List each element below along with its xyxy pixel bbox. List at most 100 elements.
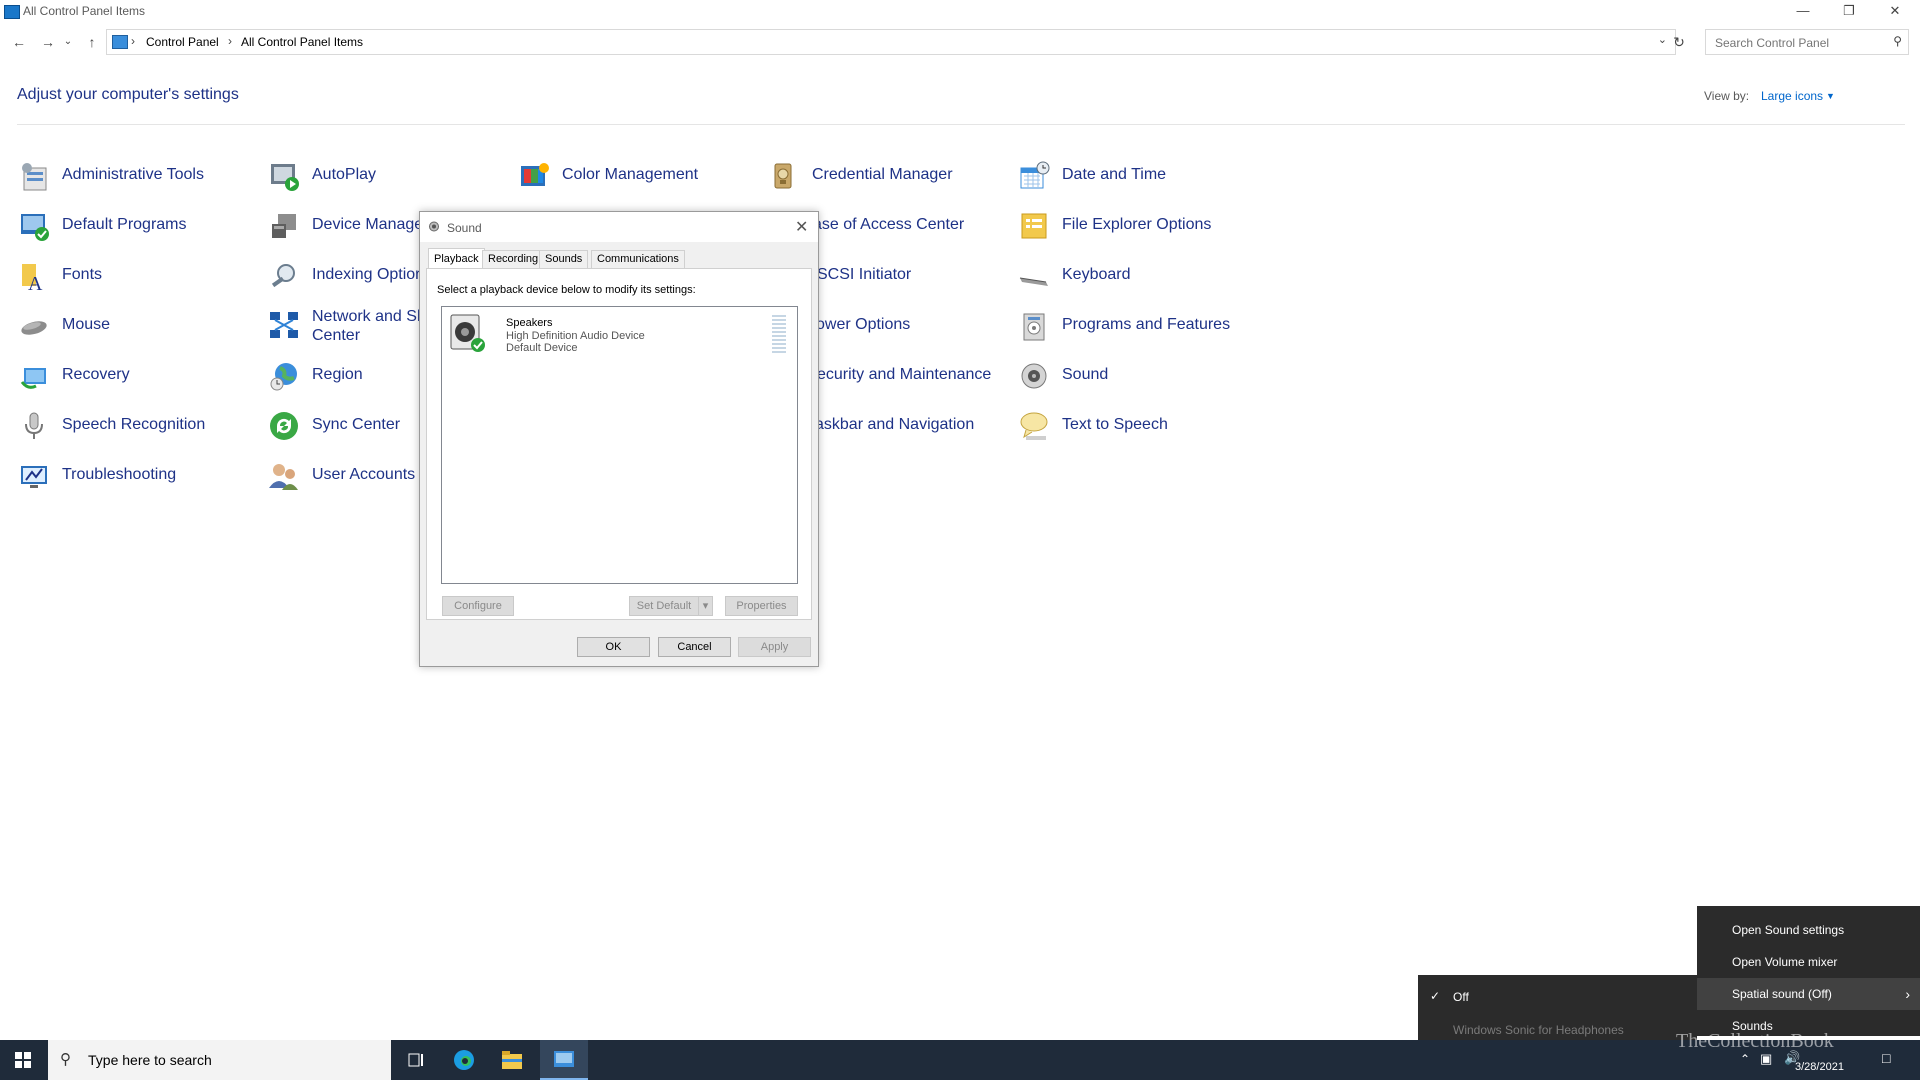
submenu-item-off[interactable]: Off: [1453, 990, 1469, 1004]
chevron-right-icon: ›: [1905, 986, 1910, 1002]
volume-context-menu[interactable]: Open Sound settings Open Volume mixer Sp…: [1697, 906, 1920, 1036]
file-explorer-button[interactable]: [488, 1040, 536, 1080]
tray-date[interactable]: 3/28/2021: [1795, 1061, 1844, 1073]
breadcrumb-separator-icon[interactable]: ›: [228, 34, 232, 48]
cp-item-user-accounts[interactable]: User Accounts: [268, 460, 418, 500]
submenu-item-windows-sonic[interactable]: Windows Sonic for Headphones: [1453, 1023, 1624, 1037]
speaker-device-icon: [450, 314, 485, 352]
breadcrumb-all-items[interactable]: All Control Panel Items: [241, 35, 363, 49]
cp-item-keyboard[interactable]: Keyboard: [1018, 260, 1248, 300]
taskbar-search-box[interactable]: ⚲ Type here to search: [48, 1040, 391, 1080]
admin-tools-icon: [22, 163, 47, 191]
ok-button[interactable]: OK: [577, 637, 650, 657]
apply-button[interactable]: Apply: [738, 637, 811, 657]
view-by-label: View by:: [1704, 89, 1750, 103]
control-panel-icon: [4, 5, 20, 19]
search-input[interactable]: [1713, 32, 1887, 54]
cancel-button[interactable]: Cancel: [658, 637, 731, 657]
breadcrumb-separator-icon[interactable]: ›: [131, 34, 135, 48]
refresh-icon[interactable]: ↻: [1664, 29, 1694, 55]
tab-playback[interactable]: Playback: [428, 248, 485, 269]
cp-item-sync-center[interactable]: Sync Center: [268, 410, 418, 450]
mouse-icon: [21, 321, 47, 335]
configure-button[interactable]: Configure: [442, 596, 514, 616]
indexing-options-icon: [271, 264, 295, 288]
dialog-title: Sound: [447, 221, 482, 235]
cp-item-device-manager[interactable]: Device Manage: [268, 210, 423, 250]
set-default-button[interactable]: Set Default: [629, 596, 699, 616]
device-manager-icon: [272, 214, 296, 238]
up-icon[interactable]: ↑: [81, 32, 103, 52]
page-title: Adjust your computer's settings: [17, 86, 239, 103]
cp-item-speech-recognition[interactable]: Speech Recognition: [18, 410, 238, 450]
back-icon[interactable]: ←: [8, 32, 30, 52]
window-titlebar: All Control Panel Items — ❐ ✕: [0, 0, 1920, 22]
set-default-dropdown[interactable]: ▾: [698, 596, 713, 616]
menu-item-open-sound-settings[interactable]: Open Sound settings: [1697, 914, 1920, 946]
device-name: Speakers: [506, 317, 553, 329]
forward-icon[interactable]: →: [37, 32, 59, 52]
address-bar[interactable]: › Control Panel › All Control Panel Item…: [106, 29, 1676, 55]
view-by-dropdown[interactable]: Large icons: [1761, 89, 1823, 103]
minimize-button[interactable]: —: [1780, 0, 1826, 22]
cp-item-sound[interactable]: Sound: [1018, 360, 1248, 400]
close-button[interactable]: ✕: [1872, 0, 1918, 22]
search-icon[interactable]: ⚲: [1893, 34, 1902, 48]
restore-button[interactable]: ❐: [1826, 0, 1872, 22]
recovery-icon: [20, 368, 46, 389]
search-icon: ⚲: [60, 1051, 71, 1068]
device-description: High Definition Audio Device: [506, 330, 645, 342]
cp-item-file-explorer-options[interactable]: File Explorer Options: [1018, 210, 1248, 250]
divider: [17, 124, 1905, 125]
cp-item-recovery[interactable]: Recovery: [18, 360, 238, 400]
close-icon[interactable]: ✕: [795, 217, 808, 237]
cp-item-administrative-tools[interactable]: Administrative Tools: [18, 160, 238, 200]
cp-item-fonts[interactable]: A Fonts: [18, 260, 238, 300]
sound-dialog[interactable]: Sound ✕ Playback Recording Sounds Commun…: [419, 211, 819, 667]
speech-recognition-icon: [25, 412, 43, 439]
task-view-icon: [408, 1053, 423, 1067]
caret-down-icon[interactable]: ▼: [1826, 91, 1835, 101]
menu-item-open-volume-mixer[interactable]: Open Volume mixer: [1697, 946, 1920, 978]
cp-item-indexing-options[interactable]: Indexing Optior: [268, 260, 421, 300]
menu-item-spatial-sound[interactable]: Spatial sound (Off) ›: [1697, 978, 1920, 1010]
watermark: TheCollectionBook: [1676, 1030, 1834, 1052]
tab-recording[interactable]: Recording: [482, 250, 545, 268]
cp-item-date-time[interactable]: Date and Time: [1018, 160, 1248, 200]
control-panel-taskbar-button[interactable]: [540, 1040, 588, 1080]
cp-item-default-programs[interactable]: Default Programs: [18, 210, 238, 250]
cp-item-troubleshooting[interactable]: Troubleshooting: [18, 460, 238, 500]
cp-item-region[interactable]: Region: [268, 360, 418, 400]
tray-chevron-up-icon[interactable]: ⌃: [1740, 1052, 1750, 1066]
troubleshooting-icon: [21, 466, 47, 488]
list-item[interactable]: Speakers High Definition Audio Device De…: [442, 307, 797, 363]
cp-item-color-management[interactable]: Color Management: [518, 160, 748, 200]
edge-button[interactable]: [440, 1040, 488, 1080]
playback-device-list[interactable]: Speakers High Definition Audio Device De…: [441, 306, 798, 584]
programs-features-icon: [1023, 313, 1045, 341]
breadcrumb-control-panel[interactable]: Control Panel: [146, 35, 219, 49]
sync-center-icon: [270, 412, 298, 440]
cp-item-programs-features[interactable]: Programs and Features: [1018, 310, 1248, 350]
cp-item-text-to-speech[interactable]: Text to Speech: [1018, 410, 1248, 450]
network-icon[interactable]: ▣: [1760, 1051, 1772, 1067]
cp-item-network-sharing-center[interactable]: Network and Sh Center: [268, 305, 426, 357]
autoplay-icon: [271, 164, 299, 191]
notifications-icon[interactable]: □: [1882, 1050, 1890, 1066]
chevron-down-icon: ▾: [702, 600, 709, 612]
task-view-button[interactable]: [392, 1040, 440, 1080]
color-management-icon: [521, 163, 549, 186]
speaker-icon: [429, 221, 439, 232]
cp-item-autoplay[interactable]: AutoPlay: [268, 160, 418, 200]
cp-item-credential-manager[interactable]: Credential Manager: [768, 160, 988, 200]
credential-manager-icon: [774, 163, 792, 189]
file-explorer-icon: [502, 1051, 522, 1069]
sound-icon: [1021, 363, 1047, 389]
tab-sounds[interactable]: Sounds: [539, 250, 589, 268]
cp-item-mouse[interactable]: Mouse: [18, 310, 238, 350]
recent-locations-icon[interactable]: ⌄: [62, 32, 74, 52]
search-control-panel[interactable]: ⚲: [1705, 29, 1909, 55]
properties-button[interactable]: Properties: [725, 596, 798, 616]
tab-communications[interactable]: Communications: [591, 250, 685, 268]
start-windows-icon[interactable]: [15, 1052, 31, 1068]
